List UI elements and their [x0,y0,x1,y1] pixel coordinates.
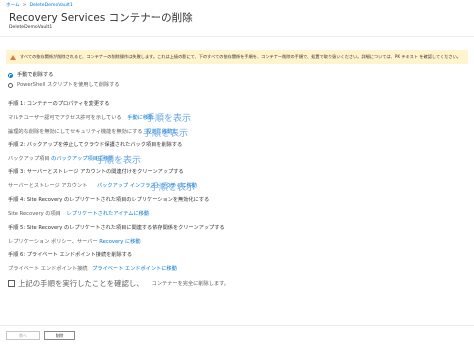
option-manual-label: 手動で削除する [17,72,54,78]
step5-policy-text: レプリケーション ポリシー、サーバー [8,239,98,245]
breadcrumb-vault-link[interactable]: DeleteDemoVault1 [30,3,73,8]
warning-text: すべての依存関係が削除されると、コンテナーの削除操作は失敗します。これは上級の影… [20,54,461,59]
previous-button[interactable]: 前へ [6,331,40,340]
radio-powershell[interactable] [8,83,13,88]
warning-icon [10,54,16,60]
step1-mua-row: マルチユーザー認可でアクセス許可を示している 手動に移動 [8,115,153,122]
step3-server-overlay: 手順を表示 [150,183,196,193]
step1-soft-delete-text: 論理的な削除を無効にしてセキュリティ機能を無効にする [8,129,143,135]
footer-divider [0,325,474,326]
confirm-label: 上記の手順を実行したことを確認し、 [18,279,144,288]
delete-button[interactable]: 削除 [44,331,75,340]
step6-heading: 手順 6: プライベート エンドポイント接続を削除する [8,252,133,258]
breadcrumb-home-link[interactable]: ホーム [6,3,20,8]
breadcrumb: ホーム > DeleteDemoVault1 [6,3,73,9]
step5-policy-row: レプリケーション ポリシー、サーバー Recovery に移動 [8,239,141,246]
page-title: Recovery Services コンテナーの削除 [9,12,193,24]
step3-server-text: サーバーとストレージ アカウント [8,183,88,189]
step5-policy-link[interactable]: Recovery に移動 [99,239,140,245]
step4-heading: 手順 4: Site Recovery のレプリケートされた項目のレプリケーショ… [8,197,210,203]
step4-sr-row: Site Recovery の項目 レプリケートされたアイテムに移動 [8,211,149,218]
step4-sr-link[interactable]: レプリケートされたアイテムに移動 [67,211,149,217]
step5-heading: 手順 5: Site Recovery のレプリケートされた項目に関連する依存関… [8,225,225,231]
step2-backup-overlay: 手順を表示 [96,156,142,166]
step1-heading: 手順 1: コンテナーのプロパティを変更する [8,101,110,107]
page-subtitle: DeleteDemoVault1 [9,25,53,30]
step1-mua-overlay: 手順を表示 [146,114,192,124]
option-manual[interactable]: 手動で削除する [8,72,53,79]
step1-soft-delete-overlay: 手順を表示 [143,129,189,139]
more-options-button[interactable]: ... [144,10,156,20]
option-powershell-label: PowerShell スクリプトを使用して削除する [17,82,120,88]
step6-pe-row: プライベート エンドポイント接続 プライベート エンドポイントに移動 [8,266,177,273]
confirm-suffix: コンテナーを完全に削除します。 [151,281,229,287]
step3-heading: 手順 3: サーバーとストレージ アカウントの関連付けをクリーンアップする [8,169,184,175]
option-powershell[interactable]: PowerShell スクリプトを使用して削除する [8,82,119,89]
step6-pe-text: プライベート エンドポイント接続 [8,266,88,272]
divider [0,36,474,37]
step6-pe-link[interactable]: プライベート エンドポイントに移動 [92,266,177,272]
radio-manual[interactable] [8,73,13,78]
step2-backup-text: バックアップ項目 [8,156,50,162]
step2-heading: 手順 2: バックアップを停止してクラウド保護されたバック項目を削除する [8,142,183,148]
warning-banner: すべての依存関係が削除されると、コンテナーの削除操作は失敗します。これは上級の影… [6,50,468,64]
confirm-row[interactable]: 上記の手順を実行したことを確認し、 コンテナーを完全に削除します。 [8,279,229,288]
step4-sr-text: Site Recovery の項目 [8,211,61,217]
step1-mua-text: マルチユーザー認可でアクセス許可を示している [8,115,122,121]
breadcrumb-separator: > [22,3,27,8]
confirm-checkbox[interactable] [8,280,15,287]
